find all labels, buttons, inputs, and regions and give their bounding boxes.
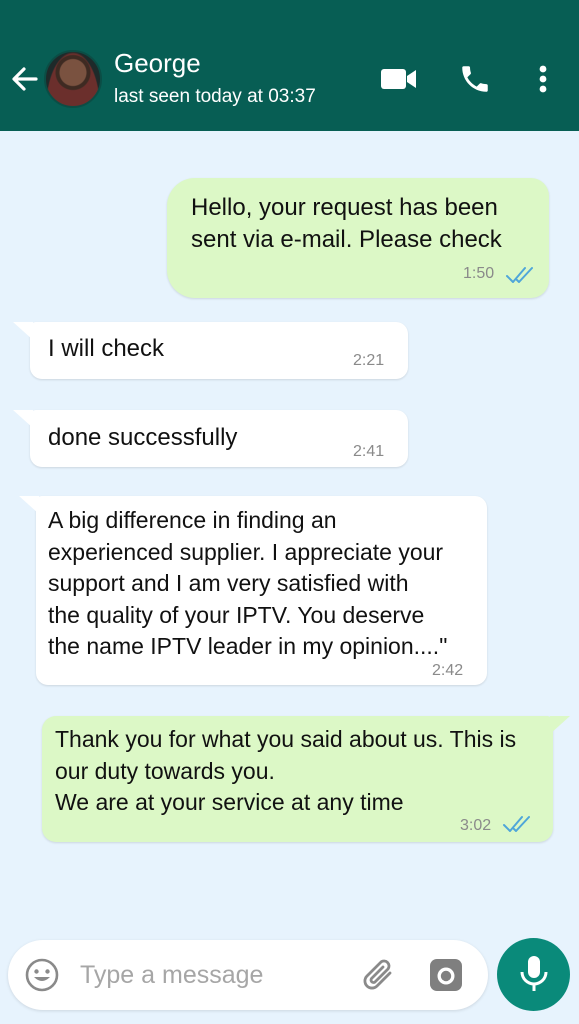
incoming-message[interactable]: done successfully 2:41 (13, 410, 408, 467)
bubble-tail (13, 322, 33, 340)
bubble-tail (550, 716, 570, 734)
camera-icon[interactable] (428, 957, 464, 993)
incoming-message[interactable]: I will check 2:21 (13, 322, 408, 379)
message-line: Hello, your request has been (191, 194, 498, 221)
incoming-message[interactable]: A big difference in finding an experienc… (19, 496, 487, 685)
outgoing-message[interactable]: Thank you for what you said about us. Th… (42, 716, 570, 842)
video-call-icon[interactable] (380, 65, 418, 98)
phone-icon[interactable] (458, 62, 492, 101)
outgoing-message[interactable]: Hello, your request has been sent via e-… (167, 178, 549, 298)
last-seen-status: last seen today at 03:37 (114, 86, 316, 107)
message-text: done successfully (48, 424, 238, 451)
message-text: A big difference in finding an experienc… (48, 505, 447, 663)
read-receipt-icon (503, 816, 530, 832)
message-line: sent via e-mail. Please check (191, 226, 502, 253)
emoji-icon[interactable] (24, 957, 60, 993)
message-input[interactable]: Type a message (80, 961, 263, 990)
bubble-tail (13, 410, 33, 428)
contact-name[interactable]: George (114, 48, 201, 79)
message-line: the quality of your IPTV. You deserve (48, 601, 425, 628)
message-time: 1:50 (463, 265, 495, 282)
read-receipt-icon (506, 267, 533, 283)
bubble-tail (19, 496, 39, 514)
message-text: Hello, your request has been sent via e-… (191, 192, 502, 256)
message-time: 3:02 (460, 817, 492, 834)
message-text: I will check (48, 335, 165, 362)
message-line: We are at your service at any time (55, 789, 404, 815)
back-arrow-icon[interactable] (10, 62, 40, 96)
message-text: Thank you for what you said about us. Th… (55, 724, 516, 819)
message-line: support and I am very satisfied with (48, 570, 409, 596)
attach-icon[interactable] (360, 956, 398, 994)
message-time: 2:21 (353, 352, 385, 369)
message-line: the name IPTV leader in my opinion...." (48, 633, 448, 659)
mic-icon (520, 956, 548, 991)
message-line: experienced supplier. I appreciate your (48, 538, 444, 565)
message-time: 2:41 (353, 443, 385, 460)
message-composer: Type a message (8, 940, 488, 1010)
mic-button[interactable] (497, 938, 570, 1011)
chat-header: George last seen today at 03:37 (0, 0, 579, 131)
message-time: 2:42 (432, 662, 464, 679)
more-options-icon[interactable] (533, 64, 553, 99)
message-line: A big difference in finding an (48, 507, 337, 533)
message-line: Thank you for what you said about us. Th… (55, 726, 517, 752)
avatar[interactable] (44, 50, 102, 108)
message-line: our duty towards you. (55, 757, 275, 784)
